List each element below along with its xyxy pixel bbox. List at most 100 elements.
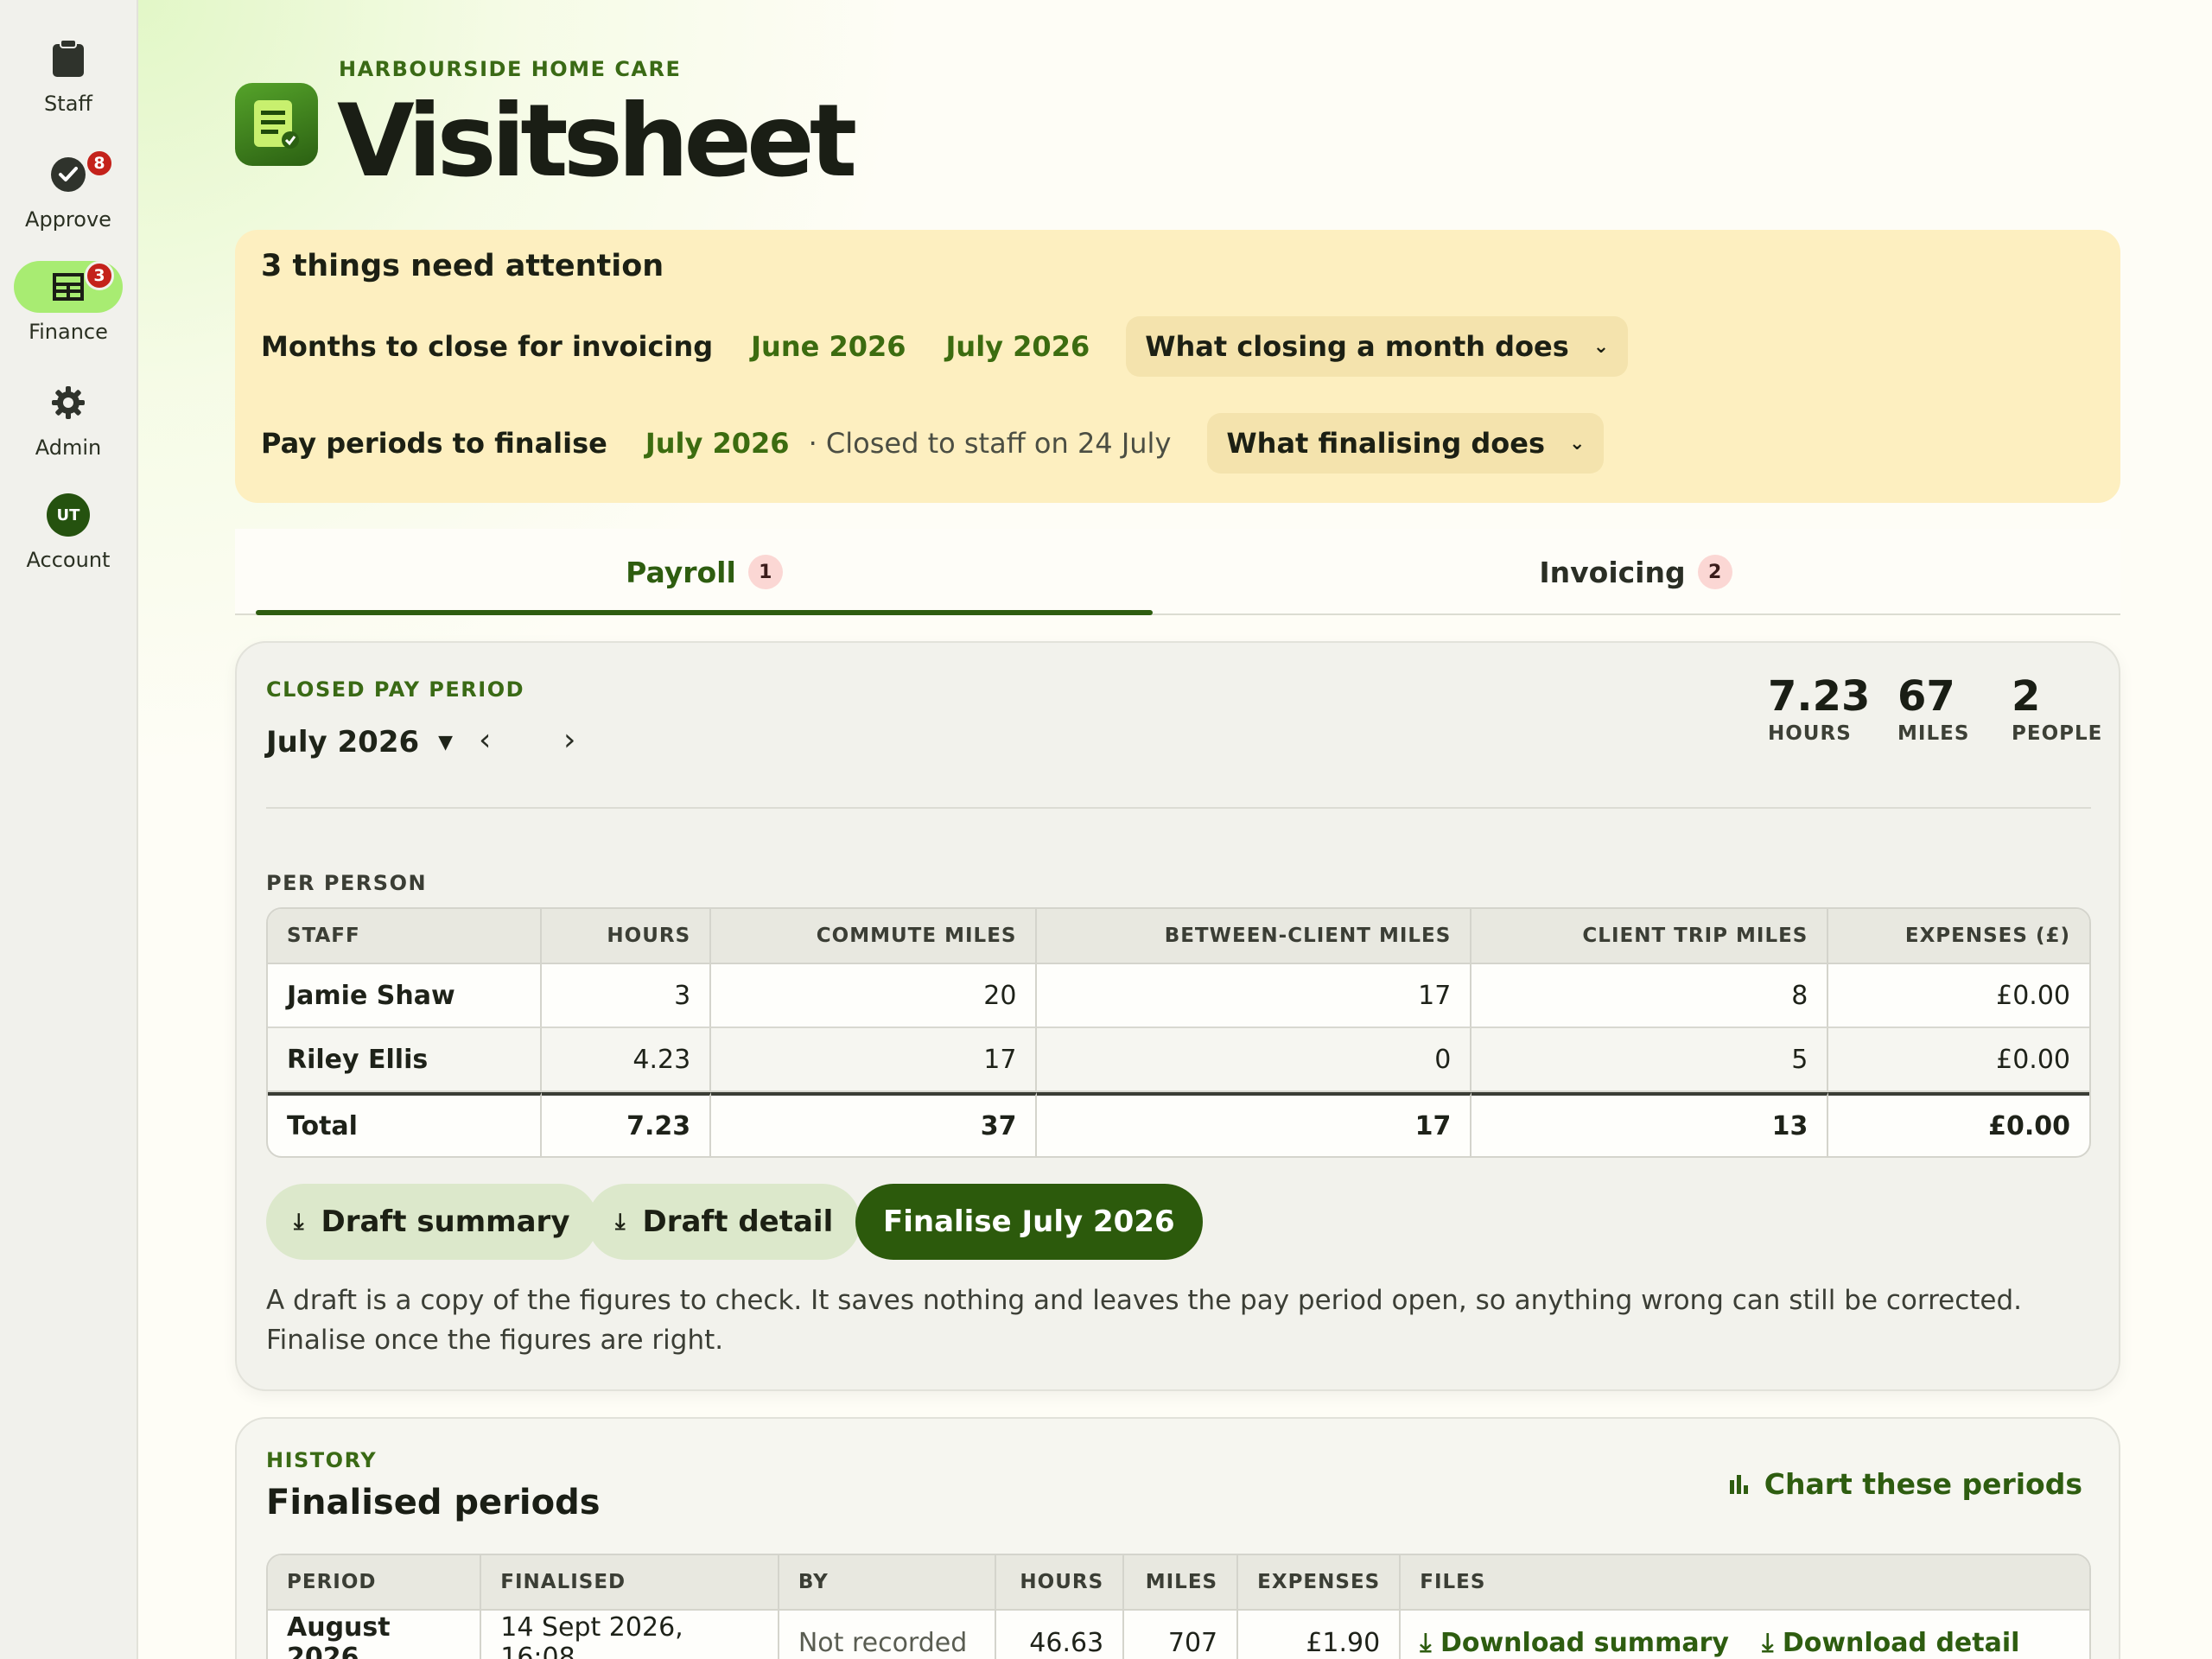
tab-invoicing[interactable]: Invoicing 2 [1170, 529, 2101, 615]
avatar: UT [47, 493, 90, 537]
button-label: Draft summary [321, 1205, 570, 1239]
draft-explanation: A draft is a copy of the figures to chec… [266, 1285, 2023, 1356]
table-cell: 8 [1471, 964, 1829, 1028]
closing-month-help-toggle[interactable]: What closing a month does ⌄ [1126, 316, 1629, 377]
period-select-value: July 2026 [266, 725, 420, 760]
column-header: HOURS [996, 1555, 1125, 1611]
sidebar-item-label: Staff [44, 92, 92, 116]
pay-period-note: · Closed to staff on 24 July [808, 427, 1172, 460]
page-title: Visitsheet [337, 83, 857, 200]
chevron-down-icon: ⌄ [1569, 432, 1586, 454]
staff-name: Riley Ellis [268, 1028, 543, 1092]
column-header: EXPENSES (£) [1828, 909, 2089, 964]
active-tab-indicator [256, 610, 1153, 615]
download-icon: ⤓ [1420, 1627, 1440, 1658]
table-cell: 20 [711, 964, 1038, 1028]
table-cell: 7.23 [542, 1092, 712, 1156]
finalise-button[interactable]: Finalise July 2026 [855, 1184, 1203, 1260]
download-summary-link[interactable]: ⤓ Download summary [1420, 1628, 1729, 1658]
link-label: Download summary [1440, 1627, 1729, 1658]
gear-icon [14, 377, 123, 429]
table-cell: £0.00 [1828, 1092, 2089, 1156]
table-grid-icon [53, 273, 84, 301]
month-link-july[interactable]: July 2026 [946, 330, 1090, 363]
files-cell: ⤓ Download summary ⤓ Download detail [1401, 1611, 2089, 1659]
download-icon: ⤓ [615, 1208, 626, 1235]
sidebar-item-admin[interactable]: Admin [0, 377, 137, 480]
sidebar-item-staff[interactable]: Staff [0, 33, 137, 137]
table-cell: 4.23 [542, 1028, 712, 1092]
sidebar-item-label: Admin [35, 435, 102, 460]
sidebar-item-approve[interactable]: 8 Approve [0, 149, 137, 252]
period-select[interactable]: July 2026 ▼ [266, 725, 453, 760]
column-header: EXPENSES [1238, 1555, 1402, 1611]
column-header: HOURS [542, 909, 712, 964]
tab-badge: 2 [1697, 555, 1732, 589]
table-cell: 14 Sept 2026, 16:08 [481, 1611, 779, 1659]
draft-detail-button[interactable]: ⤓ Draft detail [588, 1184, 861, 1260]
pay-period-card: CLOSED PAY PERIOD July 2026 ▼ ‹ › 7.23 H… [235, 641, 2120, 1391]
sidebar-item-finance[interactable]: 3 Finance [0, 261, 137, 365]
stat-value: 2 [2012, 672, 2041, 721]
history-title: Finalised periods [266, 1483, 601, 1522]
draft-summary-button[interactable]: ⤓ Draft summary [266, 1184, 598, 1260]
approve-icon-wrap: 8 [14, 149, 123, 200]
month-link-june[interactable]: June 2026 [751, 330, 906, 363]
column-header: PERIOD [268, 1555, 482, 1611]
button-label: Finalise July 2026 [883, 1205, 1175, 1239]
stat-hours: 7.23 HOURS [1768, 672, 1870, 745]
table-cell: 46.63 [996, 1611, 1125, 1659]
total-row: Total 7.23 37 17 13 £0.00 [268, 1092, 2089, 1156]
stat-value: 7.23 [1768, 672, 1871, 721]
column-header: CLIENT TRIP MILES [1471, 909, 1829, 964]
table-cell: 13 [1471, 1092, 1829, 1156]
table-header-row: PERIOD FINALISED BY HOURS MILES EXPENSES… [268, 1555, 2089, 1611]
finalised-periods-table: PERIOD FINALISED BY HOURS MILES EXPENSES… [266, 1554, 2091, 1659]
sidebar: Staff 8 Approve 3 Finance Admin UT Accou… [0, 0, 138, 1659]
divider [266, 807, 2091, 809]
tab-bar: Payroll 1 Invoicing 2 [235, 529, 2120, 615]
column-header: STAFF [268, 909, 543, 964]
table-cell: £0.00 [1828, 964, 2089, 1028]
tab-badge: 1 [747, 555, 783, 589]
chart-link-label: Chart these periods [1764, 1467, 2082, 1501]
caret-down-icon: ▼ [438, 731, 454, 753]
approve-count-badge: 8 [85, 149, 114, 178]
table-cell: Not recorded [779, 1611, 997, 1659]
account-icon-wrap: UT [14, 489, 123, 541]
sidebar-item-label: Finance [29, 320, 108, 344]
table-header-row: STAFF HOURS COMMUTE MILES BETWEEN-CLIENT… [268, 909, 2089, 964]
finalising-help-toggle[interactable]: What finalising does ⌄ [1207, 413, 1605, 474]
history-eyebrow: HISTORY [266, 1448, 378, 1472]
months-to-close-row: Months to close for invoicing June 2026 … [261, 316, 1629, 377]
column-header: FINALISED [481, 1555, 779, 1611]
finance-count-badge: 3 [85, 261, 114, 290]
table-cell: 5 [1471, 1028, 1829, 1092]
months-to-close-label: Months to close for invoicing [261, 330, 714, 363]
previous-period-icon[interactable]: ‹ [479, 722, 491, 758]
table-cell: £0.00 [1828, 1028, 2089, 1092]
app-logo-icon [235, 83, 318, 166]
tab-payroll[interactable]: Payroll 1 [256, 529, 1153, 615]
table-row: August 2026 14 Sept 2026, 16:08 Not reco… [268, 1611, 2089, 1659]
clipboard-icon [14, 33, 123, 85]
stat-label: HOURS [1768, 722, 1852, 745]
per-person-table: STAFF HOURS COMMUTE MILES BETWEEN-CLIENT… [266, 907, 2091, 1158]
pay-period-link-july[interactable]: July 2026 [645, 427, 790, 460]
column-header: MILES [1124, 1555, 1239, 1611]
stat-people: 2 PEOPLE [2012, 672, 2102, 745]
table-cell: 17 [711, 1028, 1038, 1092]
chart-periods-link[interactable]: Chart these periods [1728, 1467, 2082, 1501]
next-period-icon[interactable]: › [563, 722, 575, 758]
finalising-help-label: What finalising does [1226, 427, 1545, 460]
history-card: HISTORY Finalised periods Chart these pe… [235, 1417, 2120, 1659]
bar-chart-icon [1729, 1474, 1748, 1494]
org-name: HARBOURSIDE HOME CARE [339, 57, 682, 81]
download-detail-link[interactable]: ⤓ Download detail [1762, 1628, 2019, 1658]
download-icon: ⤓ [1762, 1627, 1783, 1658]
sidebar-item-label: Approve [25, 207, 111, 232]
pay-period-eyebrow: CLOSED PAY PERIOD [266, 677, 525, 702]
button-label: Draft detail [642, 1205, 834, 1239]
period-name: August 2026 [268, 1611, 482, 1659]
sidebar-item-account[interactable]: UT Account [0, 489, 137, 593]
